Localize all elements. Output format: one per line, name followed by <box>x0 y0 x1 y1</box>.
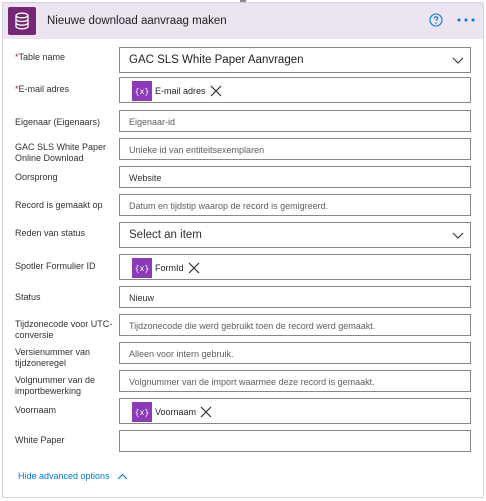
utc-offset-input[interactable]: Tijdzonecode die werd gebruikt toen de r… <box>119 314 471 336</box>
status-value: Nieuw <box>129 293 155 303</box>
import-seq-label: Volgnummer van de importbewerking <box>15 375 96 396</box>
download-id-input[interactable]: Unieke id van entiteitsexemplaren <box>119 138 471 160</box>
chevron-up-icon <box>117 473 127 479</box>
created-on-label: Record is gemaakt op <box>15 200 103 210</box>
origin-value: Website <box>129 173 162 183</box>
variable-icon: {x} <box>132 258 152 278</box>
remove-token-icon[interactable] <box>210 85 222 97</box>
tz-rule-version-label: Versienummer van tijdzoneregel <box>15 347 91 368</box>
owner-input[interactable]: Eigenaar-id <box>119 110 471 132</box>
first-name-label: Voornaam <box>15 405 57 415</box>
help-icon[interactable] <box>429 13 443 27</box>
utc-offset-label: Tijdzonecode voor UTC-conversie <box>15 319 113 340</box>
created-on-placeholder: Datum en tijdstip waarop de record is ge… <box>129 201 329 211</box>
first-name-token-label: Voornaam <box>155 407 197 417</box>
status-reason-label: Reden van status <box>15 228 86 238</box>
table-name-value: GAC SLS White Paper Aanvragen <box>129 54 304 66</box>
owner-label: Eigenaar (Eigenaars) <box>15 117 101 127</box>
owner-placeholder: Eigenaar-id <box>129 117 176 127</box>
download-id-label: GAC SLS White Paper Online Download <box>15 142 107 163</box>
status-reason-placeholder: Select an item <box>129 229 202 241</box>
white-paper-input[interactable] <box>119 430 471 452</box>
first-name-token[interactable]: {x} Voornaam <box>132 402 212 422</box>
table-name-label: *Table name <box>15 52 66 62</box>
form-id-token-label: FormId <box>155 263 184 273</box>
status-input[interactable]: Nieuw <box>119 286 471 308</box>
variable-icon: {x} <box>132 81 152 101</box>
utc-offset-placeholder: Tijdzonecode die werd gebruikt toen de r… <box>129 321 376 331</box>
download-id-placeholder: Unieke id van entiteitsexemplaren <box>129 145 265 155</box>
status-reason-dropdown[interactable]: Select an item <box>119 222 471 248</box>
table-name-dropdown[interactable]: GAC SLS White Paper Aanvragen <box>119 47 471 73</box>
origin-input[interactable]: Website <box>119 166 471 188</box>
email-field[interactable]: {x} E-mail adres <box>119 77 471 103</box>
card-title: Nieuwe download aanvraag maken <box>47 15 227 27</box>
white-paper-label: White Paper <box>15 435 65 445</box>
chevron-down-icon <box>452 232 464 239</box>
created-on-input[interactable]: Datum en tijdstip waarop de record is ge… <box>119 194 471 216</box>
remove-token-icon[interactable] <box>188 262 200 274</box>
more-options-icon[interactable] <box>455 11 477 29</box>
tz-rule-version-input[interactable]: Alleen voor intern gebruik. <box>119 342 471 364</box>
form-id-field[interactable]: {x} FormId <box>119 254 471 280</box>
advanced-options-label: Hide advanced options <box>18 471 110 481</box>
import-seq-placeholder: Volgnummer van de import waarmee deze re… <box>129 377 375 387</box>
variable-icon: {x} <box>132 402 152 422</box>
card-header[interactable]: Nieuwe download aanvraag maken <box>3 3 483 39</box>
chevron-down-icon <box>452 57 464 64</box>
email-token-label: E-mail adres <box>155 86 206 96</box>
status-label: Status <box>15 292 41 302</box>
import-seq-input[interactable]: Volgnummer van de import waarmee deze re… <box>119 370 471 392</box>
form-id-label: Spotler Formulier ID <box>15 261 96 271</box>
email-label: *E-mail adres <box>15 84 70 94</box>
first-name-field[interactable]: {x} Voornaam <box>119 398 471 424</box>
form-id-token[interactable]: {x} FormId <box>132 258 200 278</box>
email-token[interactable]: {x} E-mail adres <box>132 81 222 101</box>
hide-advanced-options-link[interactable]: Hide advanced options <box>18 471 128 481</box>
origin-label: Oorsprong <box>15 172 58 182</box>
action-card: Nieuwe download aanvraag maken *Table na… <box>2 2 484 498</box>
remove-token-icon[interactable] <box>200 406 212 418</box>
tz-rule-version-placeholder: Alleen voor intern gebruik. <box>129 349 234 359</box>
database-icon <box>8 7 36 35</box>
